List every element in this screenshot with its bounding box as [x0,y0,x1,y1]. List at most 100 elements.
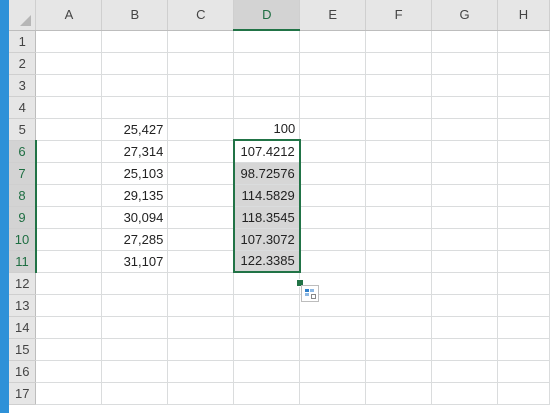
cell-f15[interactable] [365,338,433,361]
cell-f11[interactable] [365,250,433,273]
row-header[interactable]: 10 [9,228,37,251]
cell-b4[interactable] [101,96,169,119]
cell-a14[interactable] [35,316,103,339]
cell-f9[interactable] [365,206,433,229]
cell-f14[interactable] [365,316,433,339]
cell-c6[interactable] [167,140,235,163]
cell-b14[interactable] [101,316,169,339]
column-header-b[interactable]: B [101,0,169,31]
cell-e10[interactable] [299,228,367,251]
cell-d5[interactable]: 100 [233,118,301,141]
cell-c17[interactable] [167,382,235,405]
cell-g8[interactable] [431,184,498,207]
row-header[interactable]: 1 [9,30,37,53]
cell-g1[interactable] [431,30,498,53]
cell-b2[interactable] [101,52,169,75]
cell-d10[interactable]: 107.3072 [232,228,301,251]
cell-g3[interactable] [431,74,498,97]
row-header[interactable]: 13 [9,294,37,317]
cell-a1[interactable] [35,30,103,53]
cell-c10[interactable] [167,228,235,251]
row-header[interactable]: 11 [9,250,37,273]
column-header-e[interactable]: E [299,0,367,31]
cell-h9[interactable] [497,206,550,229]
cell-h13[interactable] [497,294,550,317]
cell-c14[interactable] [167,316,235,339]
cell-a11[interactable] [35,250,103,273]
cell-f7[interactable] [365,162,433,185]
cell-h12[interactable] [497,272,550,295]
cell-a7[interactable] [35,162,103,185]
cell-d17[interactable] [233,382,301,405]
select-all-button[interactable] [9,0,37,31]
row-header[interactable]: 6 [9,140,37,163]
cell-b16[interactable] [101,360,169,383]
row-header[interactable]: 3 [9,74,37,97]
cell-d13[interactable] [233,294,301,317]
cell-e4[interactable] [299,96,367,119]
row-header[interactable]: 7 [9,162,37,185]
column-header-c[interactable]: C [167,0,235,31]
cell-f10[interactable] [365,228,433,251]
cell-b13[interactable] [101,294,169,317]
cell-d6[interactable]: 107.4212 [232,139,301,163]
cell-a13[interactable] [35,294,103,317]
row-header[interactable]: 5 [9,118,37,141]
cell-f17[interactable] [365,382,433,405]
cell-b6[interactable]: 27,314 [101,140,169,163]
cell-e9[interactable] [299,206,367,229]
cell-f1[interactable] [365,30,433,53]
cell-b5[interactable]: 25,427 [101,118,169,141]
cell-a8[interactable] [35,184,103,207]
cell-g13[interactable] [431,294,498,317]
cell-a16[interactable] [35,360,103,383]
cell-d7[interactable]: 98.72576 [232,162,301,185]
cell-e2[interactable] [299,52,367,75]
row-header[interactable]: 17 [9,382,37,405]
cell-f5[interactable] [365,118,433,141]
cell-a9[interactable] [35,206,103,229]
cell-d4[interactable] [233,96,301,119]
cell-c3[interactable] [167,74,235,97]
cell-d8[interactable]: 114.5829 [232,184,301,207]
cell-g12[interactable] [431,272,498,295]
cell-g4[interactable] [431,96,498,119]
cell-d14[interactable] [233,316,301,339]
cell-d12[interactable] [233,272,301,295]
cell-f13[interactable] [365,294,433,317]
cell-e14[interactable] [299,316,367,339]
cell-c7[interactable] [167,162,235,185]
cell-d15[interactable] [233,338,301,361]
cell-b7[interactable]: 25,103 [101,162,169,185]
cell-c1[interactable] [167,30,235,53]
cell-h1[interactable] [497,30,550,53]
cell-h2[interactable] [497,52,550,75]
cell-a12[interactable] [35,272,103,295]
cell-b8[interactable]: 29,135 [101,184,169,207]
cell-e6[interactable] [299,140,367,163]
cell-b9[interactable]: 30,094 [101,206,169,229]
row-header[interactable]: 9 [9,206,37,229]
cell-c13[interactable] [167,294,235,317]
cell-h7[interactable] [497,162,550,185]
cell-g16[interactable] [431,360,498,383]
cell-c12[interactable] [167,272,235,295]
cell-f6[interactable] [365,140,433,163]
cell-c4[interactable] [167,96,235,119]
cell-a15[interactable] [35,338,103,361]
cell-d1[interactable] [233,30,301,53]
cell-e16[interactable] [299,360,367,383]
cell-a4[interactable] [35,96,103,119]
cell-a10[interactable] [35,228,103,251]
row-header[interactable]: 4 [9,96,37,119]
cell-c8[interactable] [167,184,235,207]
cell-c16[interactable] [167,360,235,383]
cell-c11[interactable] [167,250,235,273]
cell-h3[interactable] [497,74,550,97]
cell-g5[interactable] [431,118,498,141]
cell-a6[interactable] [35,140,103,163]
cell-g14[interactable] [431,316,498,339]
column-header-d[interactable]: D [233,0,301,31]
cell-b11[interactable]: 31,107 [101,250,169,273]
cell-g10[interactable] [431,228,498,251]
